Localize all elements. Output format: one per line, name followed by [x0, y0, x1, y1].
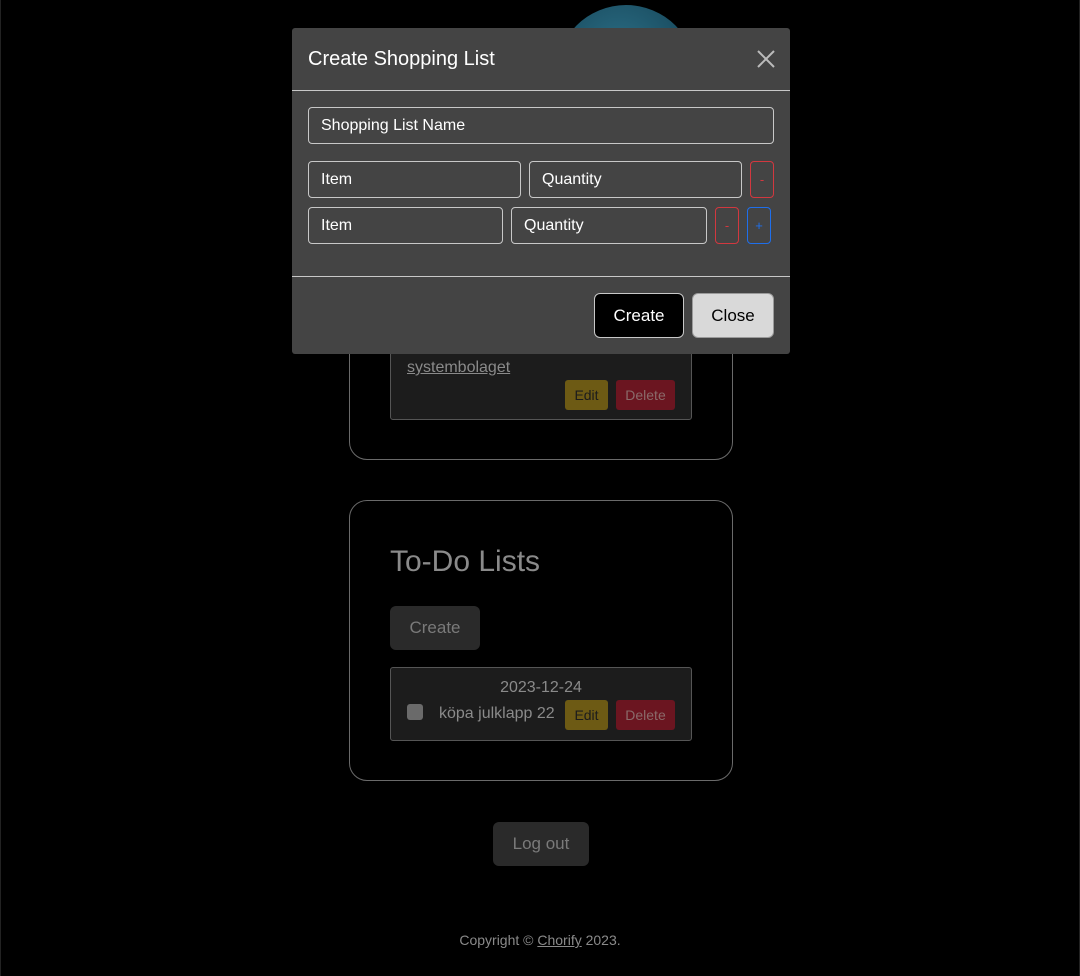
- remove-row-button[interactable]: -: [715, 207, 739, 244]
- modal-header: Create Shopping List: [292, 28, 790, 91]
- todo-text: köpa julklapp 22: [439, 705, 555, 722]
- shopping-list-name-input[interactable]: [308, 107, 774, 144]
- create-shopping-list-modal: Create Shopping List - - + Create Close: [292, 28, 790, 354]
- add-row-button[interactable]: +: [747, 207, 771, 244]
- create-button[interactable]: Create: [594, 293, 684, 338]
- shopping-list-link[interactable]: systembolaget: [407, 359, 510, 377]
- todo-checkbox[interactable]: [407, 704, 423, 720]
- item-input[interactable]: [308, 207, 503, 244]
- modal-title: Create Shopping List: [308, 48, 495, 70]
- edit-button[interactable]: Edit: [565, 700, 608, 730]
- todo-list-item: 2023-12-24 köpa julklapp 22 Edit Delete: [390, 667, 692, 741]
- close-button[interactable]: Close: [692, 293, 774, 338]
- delete-button[interactable]: Delete: [616, 380, 675, 410]
- footer-brand-link[interactable]: Chorify: [537, 932, 581, 948]
- delete-button[interactable]: Delete: [616, 700, 675, 730]
- edit-button[interactable]: Edit: [565, 380, 608, 410]
- todo-create-button[interactable]: Create: [390, 606, 480, 650]
- modal-body: - - +: [292, 91, 790, 277]
- close-icon[interactable]: [756, 49, 776, 69]
- remove-row-button[interactable]: -: [750, 161, 774, 198]
- modal-footer: Create Close: [292, 277, 790, 354]
- footer: Copyright © Chorify 2023.: [1, 932, 1079, 948]
- footer-suffix: 2023.: [581, 932, 621, 948]
- todo-lists-card: To-Do Lists Create 2023-12-24 köpa julkl…: [349, 500, 733, 781]
- quantity-input[interactable]: [529, 161, 742, 198]
- todo-date: 2023-12-24: [500, 679, 582, 696]
- quantity-input[interactable]: [511, 207, 707, 244]
- todo-lists-title: To-Do Lists: [390, 545, 541, 578]
- logout-button[interactable]: Log out: [493, 822, 589, 866]
- item-input[interactable]: [308, 161, 521, 198]
- footer-prefix: Copyright ©: [459, 932, 538, 948]
